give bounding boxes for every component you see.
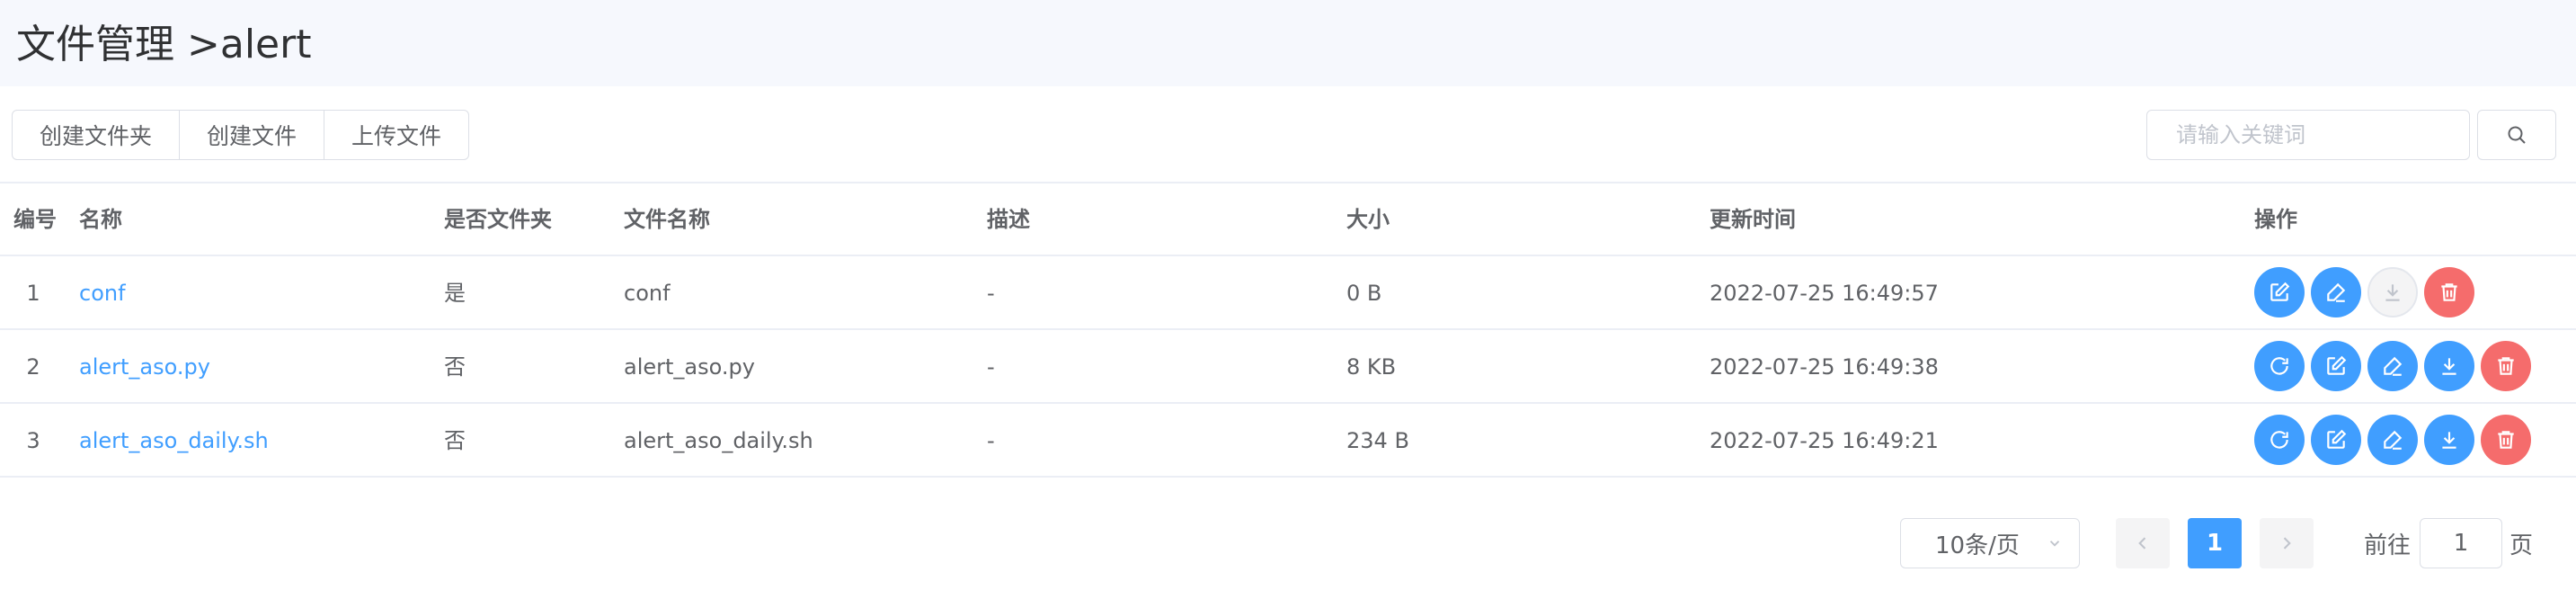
edit-icon — [2270, 282, 2290, 301]
rename-button[interactable] — [2367, 341, 2418, 391]
row-divider — [0, 402, 2576, 404]
rename-button[interactable] — [2311, 267, 2361, 317]
cell-is-folder: 否 — [444, 354, 466, 380]
page-title: 文件管理 >alert — [16, 22, 312, 67]
create-file-button[interactable]: 创建文件 — [179, 110, 325, 160]
edit-button[interactable] — [2311, 415, 2361, 465]
prev-page-button[interactable] — [2116, 518, 2170, 568]
col-header-no: 编号 — [13, 207, 57, 232]
page-size-label: 10条/页 — [1935, 532, 2020, 559]
delete-button[interactable] — [2481, 341, 2531, 391]
refresh-button[interactable] — [2254, 341, 2305, 391]
search-input[interactable] — [2146, 110, 2470, 160]
row-divider — [0, 328, 2576, 330]
download-button[interactable] — [2424, 341, 2474, 391]
cell-desc: - — [987, 428, 995, 453]
toolbar: 创建文件夹 创建文件 上传文件 — [12, 110, 470, 160]
cell-is-folder: 是 — [444, 281, 466, 306]
download-button[interactable] — [2367, 267, 2418, 317]
col-header-ops: 操作 — [2254, 207, 2297, 232]
rename-icon — [2327, 282, 2346, 302]
table-top-divider — [0, 182, 2576, 183]
goto-label: 前往 — [2364, 532, 2412, 559]
file-name-link[interactable]: alert_aso_daily.sh — [79, 426, 269, 455]
delete-button[interactable] — [2481, 415, 2531, 465]
cell-no: 1 — [26, 281, 40, 306]
delete-icon — [2498, 357, 2514, 375]
cell-file-name: alert_aso.py — [624, 354, 755, 380]
page-header: 文件管理 >alert — [0, 0, 2576, 86]
file-name-link[interactable]: conf — [79, 279, 126, 308]
table-bottom-divider — [0, 476, 2576, 478]
rename-icon — [2384, 430, 2403, 450]
search-button[interactable] — [2477, 110, 2556, 160]
upload-file-button[interactable]: 上传文件 — [324, 110, 470, 160]
cell-size: 234 B — [1346, 428, 1409, 453]
cell-no: 2 — [26, 354, 40, 380]
chevron-left-icon — [2138, 537, 2146, 550]
next-page-button[interactable] — [2260, 518, 2314, 568]
rename-icon — [2384, 356, 2403, 376]
cell-is-folder: 否 — [444, 428, 466, 453]
col-header-is-folder: 是否文件夹 — [444, 207, 552, 232]
page-unit-label: 页 — [2509, 532, 2534, 559]
delete-icon — [2441, 283, 2457, 301]
edit-button[interactable] — [2311, 341, 2361, 391]
col-header-file-name: 文件名称 — [624, 207, 710, 232]
page-number-current[interactable]: 1 — [2188, 518, 2242, 568]
col-header-updated: 更新时间 — [1710, 207, 1796, 232]
file-name-link[interactable]: alert_aso.py — [79, 353, 210, 381]
cell-no: 3 — [26, 428, 40, 453]
delete-button[interactable] — [2424, 267, 2474, 317]
edit-icon — [2327, 355, 2347, 375]
delete-icon — [2498, 431, 2514, 449]
row-divider — [0, 255, 2576, 256]
download-icon — [2442, 358, 2456, 375]
cell-updated: 2022-07-25 16:49:38 — [1710, 354, 1939, 380]
cell-updated: 2022-07-25 16:49:57 — [1710, 281, 1939, 306]
cell-file-name: conf — [624, 281, 671, 306]
page-size-select[interactable]: 10条/页 — [1900, 518, 2080, 568]
cell-size: 0 B — [1346, 281, 1382, 306]
refresh-icon — [2270, 431, 2288, 449]
col-header-desc: 描述 — [987, 207, 1030, 232]
create-folder-button[interactable]: 创建文件夹 — [12, 110, 181, 160]
col-header-size: 大小 — [1346, 207, 1390, 232]
download-icon — [2442, 432, 2456, 449]
rename-button[interactable] — [2367, 415, 2418, 465]
refresh-icon — [2270, 357, 2288, 375]
goto-page-input[interactable] — [2420, 518, 2502, 568]
cell-desc: - — [987, 281, 995, 306]
cell-desc: - — [987, 354, 995, 380]
cell-file-name: alert_aso_daily.sh — [624, 428, 813, 453]
cell-updated: 2022-07-25 16:49:21 — [1710, 428, 1939, 453]
refresh-button[interactable] — [2254, 415, 2305, 465]
chevron-down-icon — [2049, 541, 2060, 547]
chevron-right-icon — [2283, 537, 2291, 550]
search-icon — [2508, 126, 2526, 144]
col-header-name: 名称 — [79, 207, 122, 232]
cell-size: 8 KB — [1346, 354, 1397, 380]
download-button[interactable] — [2424, 415, 2474, 465]
edit-button[interactable] — [2254, 267, 2305, 317]
download-icon — [2385, 284, 2400, 301]
edit-icon — [2327, 429, 2347, 449]
